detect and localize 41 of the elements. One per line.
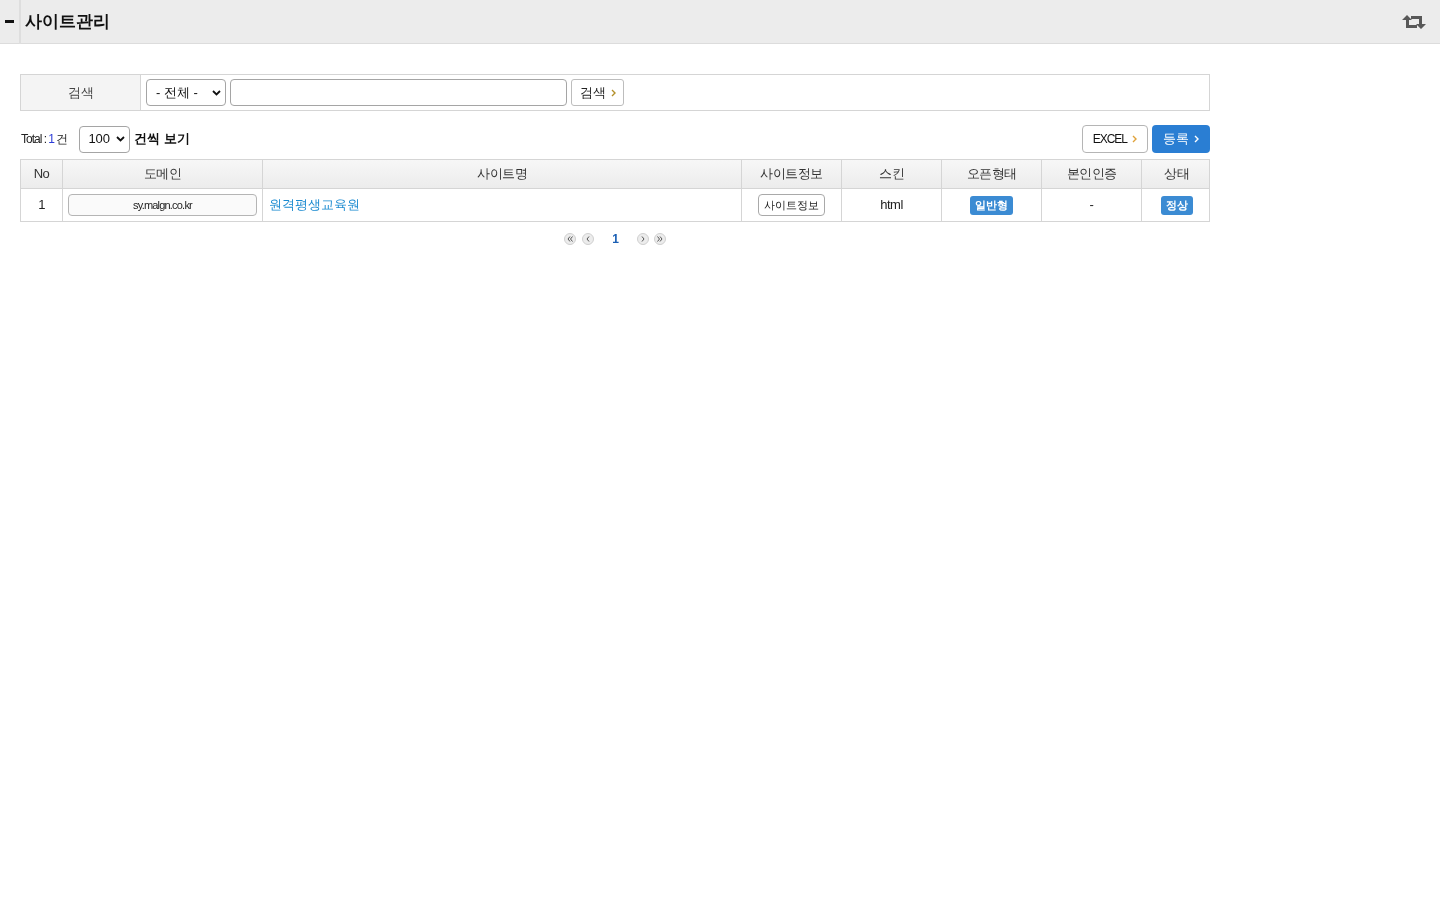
- column-header: 본인인증: [1066, 165, 1117, 184]
- status-badge: 정상: [1160, 195, 1193, 215]
- chevron-left-icon: [582, 233, 595, 245]
- search-label: 검색: [21, 75, 141, 110]
- double-chevron-left-icon: [564, 233, 577, 245]
- site-name-link[interactable]: 원격평생교육원: [269, 195, 360, 215]
- domain-field[interactable]: sy.malgn.co.kr: [68, 194, 257, 216]
- double-chevron-right-icon: [653, 233, 666, 245]
- total-count-text: Total : 1 건: [21, 131, 68, 148]
- column-header: 오픈형태: [966, 165, 1017, 184]
- next-page-button[interactable]: [636, 233, 649, 245]
- column-header: 도메인: [143, 165, 182, 184]
- previous-page-button[interactable]: [582, 233, 595, 245]
- table-cell-text: 1: [38, 196, 45, 215]
- chevron-right-icon: [1132, 135, 1137, 143]
- last-page-button[interactable]: [653, 233, 666, 245]
- excel-button[interactable]: EXCEL: [1081, 125, 1148, 153]
- column-header: No: [33, 165, 50, 184]
- chevron-right-icon: [610, 88, 616, 97]
- chevron-down-icon: [212, 89, 221, 96]
- column-header: 사이트명: [477, 165, 527, 184]
- repeat-icon[interactable]: [1402, 13, 1426, 30]
- page-size-dropdown[interactable]: 100: [79, 125, 131, 153]
- scope-dropdown[interactable]: - 전체 -: [146, 79, 226, 106]
- page-size-label: 건씩 보기: [134, 130, 190, 149]
- search-button[interactable]: 검색: [571, 79, 624, 106]
- first-page-button[interactable]: [564, 233, 577, 245]
- search-input[interactable]: [230, 79, 567, 106]
- column-header: 스킨: [879, 165, 904, 184]
- page-title: 사이트관리: [25, 10, 110, 33]
- table-cell-text: -: [1089, 196, 1094, 215]
- site-info-button[interactable]: 사이트정보: [758, 194, 825, 216]
- column-header: 사이트정보: [760, 165, 823, 184]
- chevron-down-icon: [116, 136, 126, 142]
- table-cell-text: html: [880, 196, 903, 215]
- chevron-right-icon: [636, 233, 649, 245]
- column-header: 상태: [1164, 165, 1189, 184]
- page-number[interactable]: 1: [610, 230, 621, 248]
- register-button[interactable]: 등록: [1152, 125, 1210, 153]
- status-badge: 일반형: [970, 195, 1013, 215]
- chevron-right-icon: [1194, 135, 1199, 143]
